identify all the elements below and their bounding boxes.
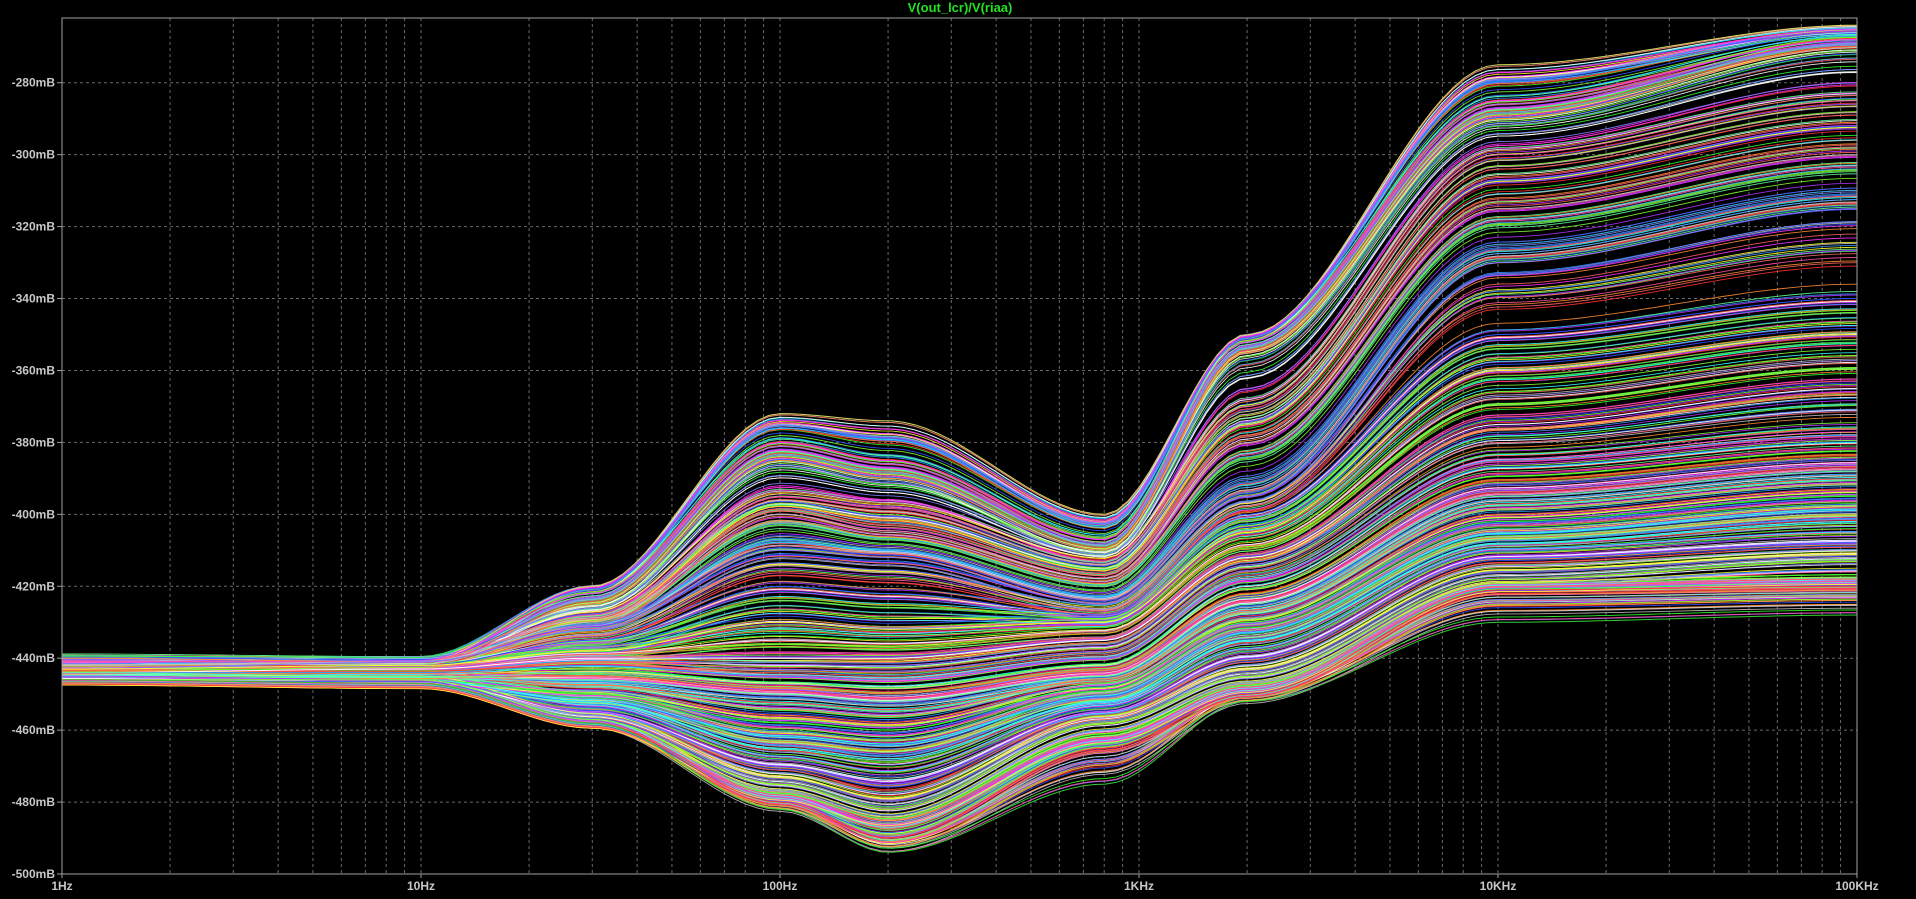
y-tick-label: -360mB xyxy=(12,363,56,377)
y-tick-label: -420mB xyxy=(12,579,56,593)
x-tick-label: 1KHz xyxy=(1124,879,1154,893)
chart-title: V(out_lcr)/V(riaa) xyxy=(908,0,1013,15)
y-tick-label: -320mB xyxy=(12,220,56,234)
x-tick-label: 100KHz xyxy=(1835,879,1878,893)
x-tick-label: 1Hz xyxy=(51,879,72,893)
y-tick-label: -400mB xyxy=(12,507,56,521)
y-tick-label: -460mB xyxy=(12,723,56,737)
y-tick-label: -300mB xyxy=(12,148,56,162)
x-tick-label: 10Hz xyxy=(407,879,435,893)
y-tick-label: -380mB xyxy=(12,435,56,449)
x-tick-label: 10KHz xyxy=(1480,879,1517,893)
y-tick-label: -480mB xyxy=(12,795,56,809)
y-tick-label: -500mB xyxy=(12,867,56,881)
y-tick-label: -340mB xyxy=(12,292,56,306)
x-tick-label: 100Hz xyxy=(763,879,798,893)
plot-canvas: V(out_lcr)/V(riaa) -500mB -480mB -460mB -44… xyxy=(0,0,1916,899)
y-tick-label: -280mB xyxy=(12,76,56,90)
y-tick-label: -440mB xyxy=(12,651,56,665)
